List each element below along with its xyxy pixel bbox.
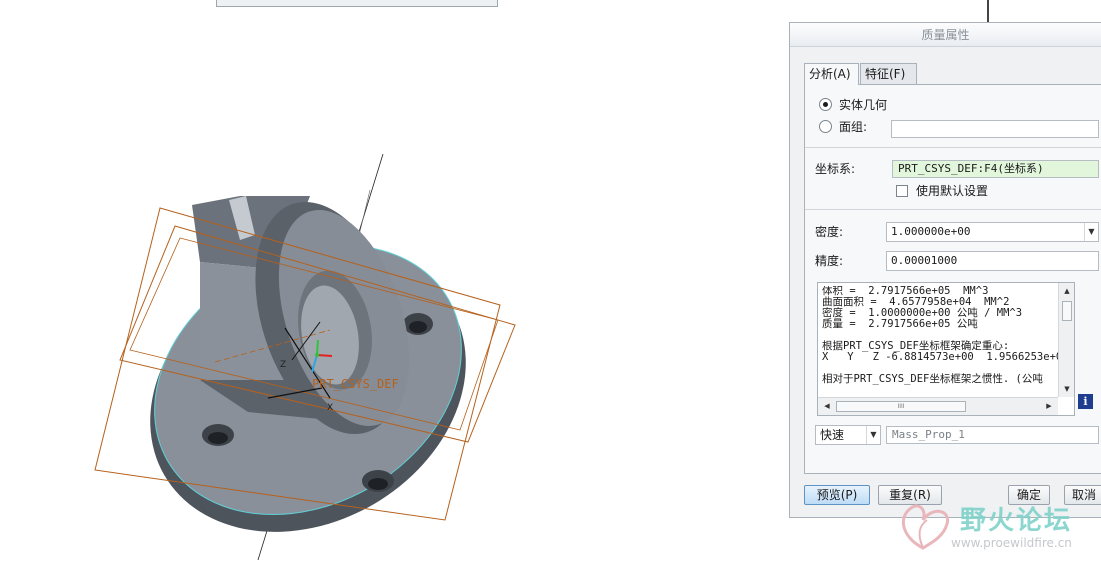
tab-analysis[interactable]: 分析(A) (804, 63, 859, 85)
section-divider (805, 147, 1101, 148)
csys-y-axis (316, 339, 319, 356)
accuracy-input[interactable]: 0.00001000 (886, 251, 1099, 271)
density-input[interactable]: 1.000000e+00 ▼ (886, 222, 1099, 242)
accuracy-label: 精度: (815, 254, 844, 268)
scroll-up-icon[interactable]: ▲ (1060, 284, 1074, 298)
radio-button[interactable] (819, 98, 832, 111)
section-divider (805, 209, 1101, 210)
watermark-title: 野火论坛 (960, 506, 1073, 536)
watermark-logo (901, 504, 950, 550)
csys-selector[interactable]: PRT_CSYS_DEF:F4(坐标系) (892, 160, 1099, 178)
analysis-panel: 实体几何 面组: 坐标系: PRT_CSYS_DEF:F4(坐标系) 使用默认设… (804, 84, 1101, 474)
radio-label: 面组: (839, 120, 868, 134)
results-text-area[interactable]: 体积 = 2.7917566e+05 MM^3 曲面面积 = 4.6577958e… (817, 282, 1075, 416)
density-label: 密度: (815, 225, 844, 239)
results-line: 质量 = 2.7917566e+05 公吨 (822, 318, 978, 330)
radio-label: 实体几何 (839, 98, 888, 112)
watermark-url: www.proewildfire.cn (951, 536, 1072, 550)
density-value: 1.000000e+00 (891, 225, 971, 238)
vertical-scrollbar[interactable]: ▲ ▼ (1058, 283, 1074, 397)
csys-x-label: X (327, 403, 333, 413)
scroll-thumb[interactable]: IIII (836, 401, 966, 412)
csys-label[interactable]: PRT_CSYS_DEF (312, 377, 399, 391)
chevron-down-icon[interactable]: ▼ (1084, 223, 1098, 241)
model-view[interactable]: PRT_CSYS_DEF Z X (0, 0, 790, 562)
scroll-thumb[interactable] (1062, 301, 1072, 321)
bolt-hole (409, 321, 427, 333)
window-divider (987, 0, 989, 22)
checkbox-label: 使用默认设置 (916, 184, 989, 198)
bolt-hole (368, 478, 388, 490)
scroll-right-icon[interactable]: ▶ (1042, 399, 1056, 413)
dialog-title: 质量属性 (790, 23, 1101, 47)
use-default-checkbox[interactable]: 使用默认设置 (896, 182, 988, 200)
horizontal-scrollbar[interactable]: ◀ IIII ▶ (818, 397, 1058, 415)
radio-button[interactable] (819, 120, 832, 133)
quilt-selector[interactable] (891, 120, 1099, 138)
preview-button[interactable]: 预览(P) (804, 485, 870, 505)
scroll-left-icon[interactable]: ◀ (820, 399, 834, 413)
chevron-down-icon[interactable]: ▼ (866, 426, 880, 444)
results-line: X Y Z -6.8814573e+00 1.9566253e+01 (822, 351, 1058, 363)
results-text: 体积 = 2.7917566e+05 MM^3 曲面面积 = 4.6577958e… (822, 286, 1058, 385)
bolt-hole (208, 432, 228, 444)
results-line: 相对于PRT_CSYS_DEF坐标框架之惯性. (公吨 (822, 373, 1043, 385)
csys-origin (315, 353, 319, 357)
checkbox[interactable] (896, 185, 908, 197)
radio-solid-geometry[interactable]: 实体几何 (819, 96, 887, 114)
mode-select[interactable]: 快速 ▼ (815, 425, 881, 445)
accuracy-value: 0.00001000 (891, 254, 958, 267)
scroll-down-icon[interactable]: ▼ (1060, 382, 1074, 396)
tab-feature[interactable]: 特征(F) (860, 63, 917, 84)
info-icon[interactable]: i (1078, 394, 1093, 409)
csys-z-label: Z (280, 360, 286, 370)
mass-properties-dialog: 质量属性 分析(A) 特征(F) 实体几何 面组: 坐标系: PRT_CSYS_… (789, 22, 1101, 518)
radio-quilt[interactable]: 面组: (819, 118, 867, 136)
mode-value: 快速 (820, 428, 845, 442)
csys-label: 坐标系: (815, 162, 856, 176)
csys-x-axis (316, 354, 333, 357)
analysis-name-input[interactable]: Mass_Prop_1 (886, 426, 1099, 444)
